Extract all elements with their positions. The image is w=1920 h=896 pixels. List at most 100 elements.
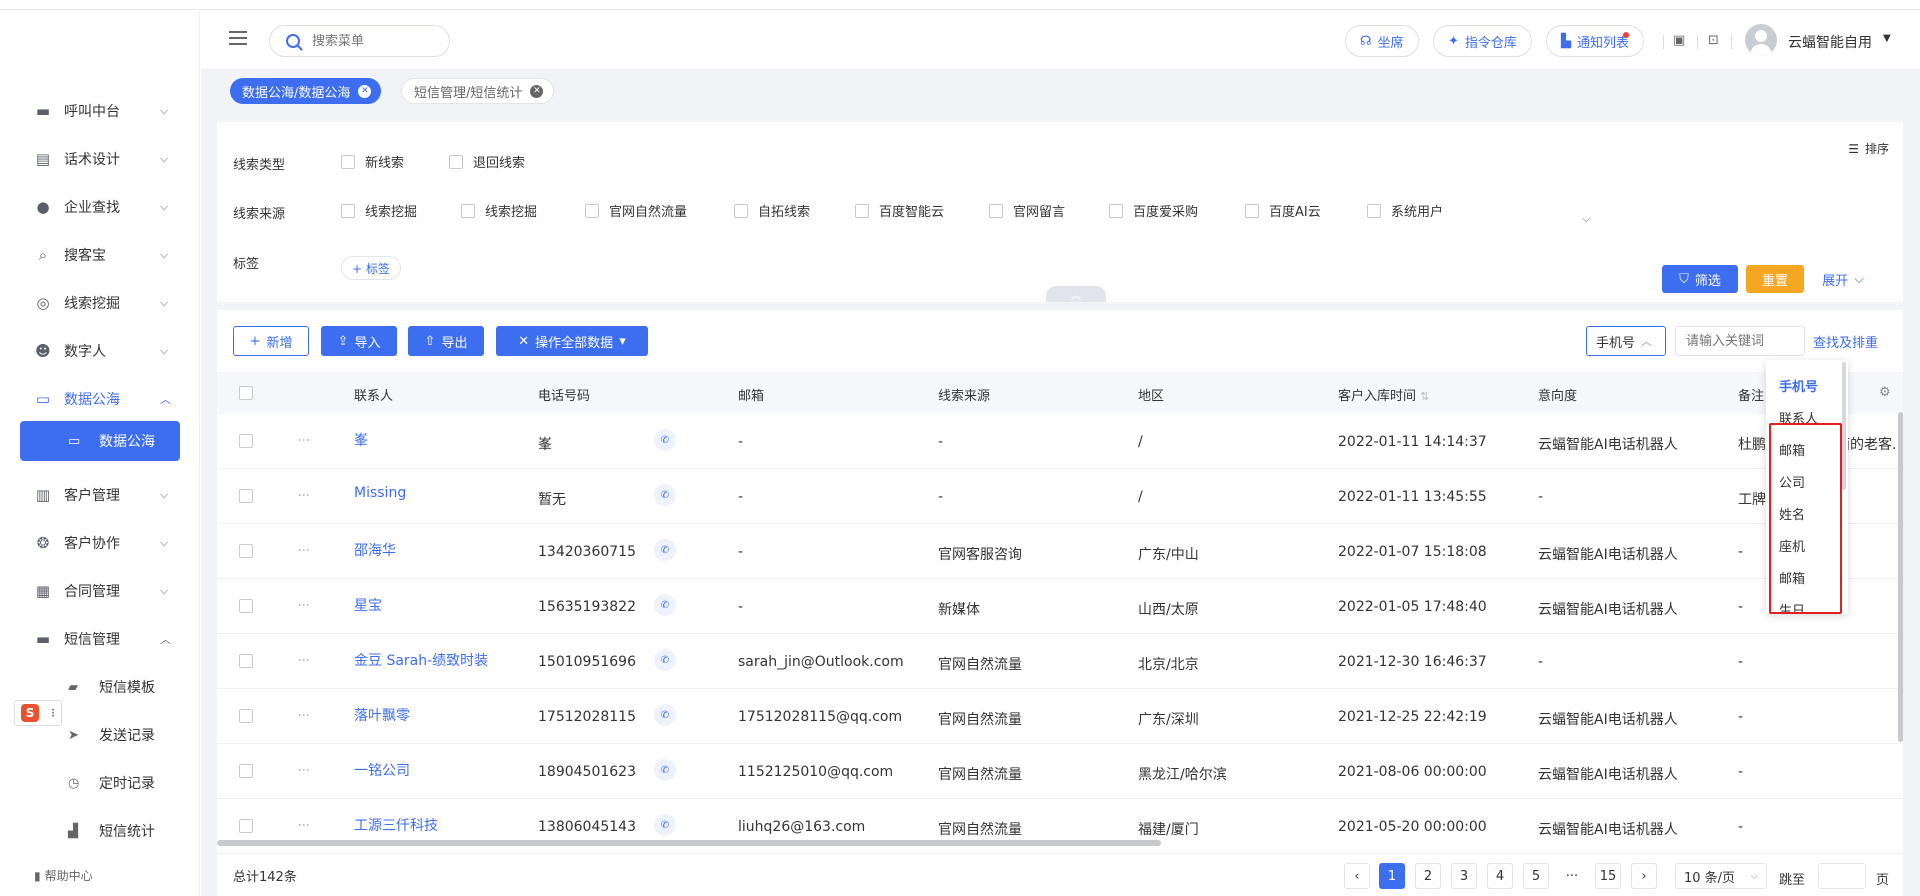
checkbox[interactable] xyxy=(855,203,869,218)
checkbox[interactable] xyxy=(989,203,1003,218)
phone-call-icon[interactable]: ✆ xyxy=(654,649,676,671)
more-icon[interactable]: ⋮ xyxy=(297,709,311,720)
phone-call-icon[interactable]: ✆ xyxy=(654,594,676,616)
menu-search[interactable] xyxy=(269,25,450,57)
checkbox[interactable] xyxy=(585,203,599,218)
contact-name[interactable]: 一铭公司 xyxy=(354,760,410,780)
sidebar-item-lead-mining[interactable]: ◎ 线索挖掘 ⌵ xyxy=(0,283,200,323)
page-4[interactable]: 4 xyxy=(1487,863,1513,889)
import-button[interactable]: ⇪ 导入 xyxy=(321,326,397,356)
phone-call-icon[interactable]: ✆ xyxy=(654,539,676,561)
filter-option[interactable]: 百度AI云 xyxy=(1245,201,1321,220)
phone-call-icon[interactable]: ✆ xyxy=(654,814,676,836)
add-button[interactable]: + 新增 xyxy=(233,326,309,356)
contact-name[interactable]: 工源三仟科技 xyxy=(354,815,438,835)
row-checkbox[interactable] xyxy=(239,819,253,833)
row-checkbox[interactable] xyxy=(239,599,253,613)
row-checkbox[interactable] xyxy=(239,709,253,723)
username[interactable]: 云蝠智能自用 xyxy=(1788,32,1872,52)
filter-option[interactable]: 百度智能云 xyxy=(855,201,944,220)
table-row[interactable]: ⋮ Missing 暂无 - - / 2022-01-11 13:45:55 - 工牌 ✆ xyxy=(217,469,1903,524)
phone-call-icon[interactable]: ✆ xyxy=(654,484,676,506)
sidebar-item-soukebao[interactable]: ⌕ 搜客宝 ⌵ xyxy=(0,235,200,275)
jump-page-input[interactable] xyxy=(1818,863,1866,889)
page-3[interactable]: 3 xyxy=(1451,863,1477,889)
filter-option[interactable]: 百度爱采购 xyxy=(1109,201,1198,220)
checkbox[interactable] xyxy=(341,203,355,218)
filter-option[interactable]: 系统用户 xyxy=(1367,201,1443,220)
sidebar-sub-scheduled-record[interactable]: ◷ 定时记录 xyxy=(20,763,180,803)
page-5[interactable]: 5 xyxy=(1523,863,1549,889)
page-1[interactable]: 1 xyxy=(1379,863,1405,889)
more-icon[interactable]: ⋮ xyxy=(297,434,311,445)
keyword-input[interactable] xyxy=(1676,327,1804,355)
bulk-operations-button[interactable]: ✕ 操作全部数据 ▾ xyxy=(496,326,648,356)
menu-fold-icon[interactable] xyxy=(229,31,247,45)
command-store-button[interactable]: ✦ 指令仓库 xyxy=(1433,25,1532,57)
more-icon[interactable]: ⋮ xyxy=(297,489,311,500)
filter-button[interactable]: ⛉ 筛选 xyxy=(1662,265,1738,293)
checkbox[interactable] xyxy=(734,203,748,218)
calendar-icon[interactable]: ▣ xyxy=(1673,33,1689,49)
contact-name[interactable]: 邵海华 xyxy=(354,540,396,560)
checkbox[interactable] xyxy=(1245,203,1259,218)
checkbox[interactable] xyxy=(1109,203,1123,218)
page-2[interactable]: 2 xyxy=(1415,863,1441,889)
checkbox[interactable] xyxy=(1367,203,1381,218)
more-icon[interactable]: ⋮ xyxy=(297,764,311,775)
sidebar-sub-data-pool[interactable]: ▭ 数据公海 xyxy=(20,421,180,461)
page-size-select[interactable]: 10 条/页 ⌵ xyxy=(1675,863,1767,889)
more-icon[interactable]: ⋮ xyxy=(297,544,311,555)
filter-option[interactable]: 官网留言 xyxy=(989,201,1065,220)
phone-call-icon[interactable]: ✆ xyxy=(654,429,676,451)
sidebar-item-customer-collab[interactable]: ❂ 客户协作 ⌵ xyxy=(0,523,200,563)
sidebar-item-sms-mgmt[interactable]: ▬ 短信管理 ︿ xyxy=(0,619,200,659)
avatar[interactable] xyxy=(1745,24,1777,56)
phone-call-icon[interactable]: ✆ xyxy=(654,704,676,726)
checkbox[interactable] xyxy=(341,154,355,169)
contact-name[interactable]: 峯 xyxy=(354,430,368,450)
sort-button[interactable]: ☰ 排序 xyxy=(1848,140,1889,157)
table-row[interactable]: ⋮ 星宝 15635193822 - 新媒体 山西/太原 2022-01-05 17:48:… xyxy=(217,579,1903,634)
caret-down-icon[interactable]: ▼ xyxy=(1883,33,1891,44)
page-15[interactable]: 15 xyxy=(1595,863,1621,889)
close-icon[interactable]: ✕ xyxy=(530,84,544,98)
sidebar-item-call-center[interactable]: ▬ 呼叫中台 ⌵ xyxy=(0,91,200,131)
add-tag-button[interactable]: + 标签 xyxy=(341,256,401,280)
phone-call-icon[interactable]: ✆ xyxy=(654,759,676,781)
contact-name[interactable]: Missing xyxy=(354,485,406,501)
checkbox[interactable] xyxy=(461,203,475,218)
table-row[interactable]: ⋮ 邵海华 13420360715 - 官网客服咨询 广东/中山 2022-01-07 15… xyxy=(217,524,1903,579)
sidebar-item-customer-mgmt[interactable]: ▥ 客户管理 ⌵ xyxy=(0,475,200,515)
table-row[interactable]: ⋮ 落叶飘零 17512028115 17512028115@qq.com 官网自然流量… xyxy=(217,689,1903,744)
close-icon[interactable]: ✕ xyxy=(358,84,372,98)
row-checkbox[interactable] xyxy=(239,434,253,448)
filter-option[interactable]: 官网自然流量 xyxy=(585,201,687,220)
prev-page-button[interactable]: ‹ xyxy=(1344,863,1370,889)
seat-button[interactable]: ☊ 坐席 xyxy=(1345,25,1419,57)
chevron-down-icon[interactable]: ⌵ xyxy=(1582,212,1590,226)
filter-option[interactable]: 线索挖掘 xyxy=(341,201,417,220)
expand-button[interactable]: 展开 ⌵ xyxy=(1815,265,1871,293)
vertical-scrollbar[interactable] xyxy=(1898,412,1903,742)
horizontal-scrollbar[interactable] xyxy=(217,840,1161,846)
dropdown-scrollbar[interactable] xyxy=(1842,362,1846,490)
page-ellipsis[interactable]: ··· xyxy=(1559,863,1585,889)
input-method-toolbar[interactable]: S ⁝ xyxy=(14,700,62,726)
row-checkbox[interactable] xyxy=(239,654,253,668)
sidebar-sub-sms-stats[interactable]: ▟ 短信统计 xyxy=(20,811,180,851)
table-row[interactable]: ⋮ 金豆 Sarah-绩致时装 15010951696 sarah_jin@Outlo… xyxy=(217,634,1903,689)
filter-option[interactable]: 新线索 xyxy=(341,152,404,171)
col-time[interactable]: 客户入库时间 ⇅ xyxy=(1338,385,1429,404)
collapse-filter-toggle[interactable]: ︽ xyxy=(1046,286,1106,302)
search-field-select[interactable]: 手机号 ︿ xyxy=(1586,326,1666,356)
screenshot-icon[interactable]: ⊡ xyxy=(1708,33,1724,49)
export-button[interactable]: ⇧ 导出 xyxy=(408,326,484,356)
next-page-button[interactable]: › xyxy=(1631,863,1657,889)
table-row[interactable]: ⋮峯峯--/2022-01-11 14:14:37云蝠智能AI电话机器人杜鹏个人… xyxy=(217,414,1903,469)
filter-option[interactable]: 线索挖掘 xyxy=(461,201,537,220)
row-checkbox[interactable] xyxy=(239,764,253,778)
select-all-checkbox[interactable] xyxy=(239,386,253,400)
more-icon[interactable]: ⋮ xyxy=(297,599,311,610)
gear-icon[interactable]: ⚙ xyxy=(1879,385,1891,400)
